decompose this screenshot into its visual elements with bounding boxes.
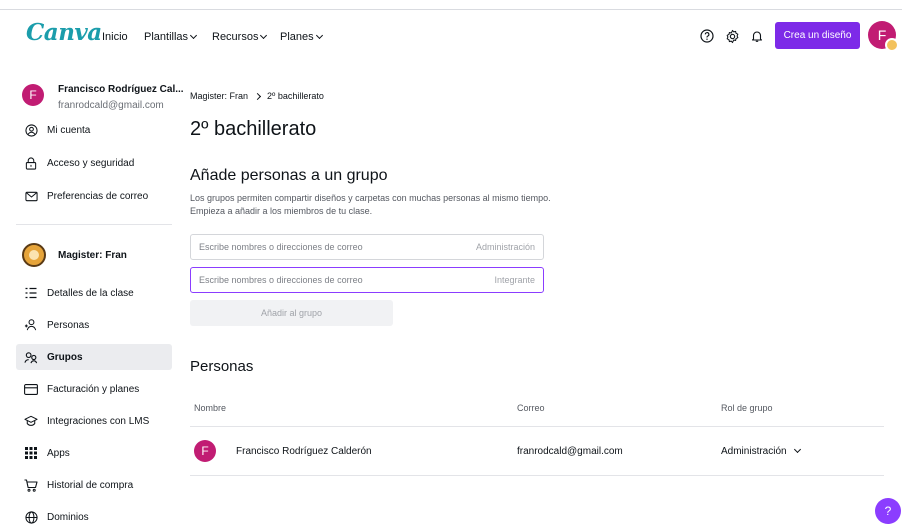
nav-planes-label: Planes	[280, 31, 314, 43]
sidebar-item-detalles-clase[interactable]: Detalles de la clase	[16, 280, 172, 306]
add-people-description: Los grupos permiten compartir diseños y …	[190, 193, 551, 216]
nav-recursos-label: Recursos	[212, 31, 259, 43]
profile-name: Francisco Rodríguez Cal...	[58, 84, 184, 95]
member-email: franrodcald@gmail.com	[517, 446, 623, 457]
add-people-icon	[24, 318, 38, 332]
member-role-label: Integrante	[494, 275, 535, 285]
bell-icon[interactable]	[749, 28, 765, 44]
sidebar-item-dominios[interactable]: Dominios	[16, 504, 172, 524]
sidebar-item-label: Historial de compra	[47, 479, 134, 491]
sidebar-item-label: Detalles de la clase	[47, 287, 134, 299]
graduation-cap-icon	[24, 414, 38, 428]
create-design-button[interactable]: Crea un diseño	[775, 22, 860, 49]
member-name: Francisco Rodríguez Calderón	[236, 446, 372, 457]
add-to-group-button[interactable]: Añadir al grupo	[190, 300, 393, 326]
member-avatar: F	[194, 440, 216, 462]
sidebar-divider	[16, 224, 172, 225]
table-header-divider	[190, 426, 884, 427]
profile-email: franrodcald@gmail.com	[58, 100, 164, 111]
member-role-value: Administración	[721, 445, 787, 457]
sidebar-item-label: Grupos	[47, 351, 83, 363]
profile-avatar: F	[22, 84, 44, 106]
sidebar-item-label: Facturación y planes	[47, 383, 140, 395]
canva-logo[interactable]: Canva	[26, 19, 102, 46]
sidebar-item-preferencias-correo[interactable]: Preferencias de correo	[16, 183, 172, 209]
window-top-border	[0, 0, 902, 10]
chevron-down-icon	[793, 445, 801, 453]
nav-plantillas[interactable]: Plantillas	[144, 31, 212, 43]
chevron-down-icon	[260, 31, 268, 39]
sidebar-item-label: Personas	[47, 319, 90, 331]
page-title: 2º bachillerato	[190, 118, 317, 140]
help-circle-icon[interactable]	[699, 28, 715, 44]
group-icon	[24, 350, 38, 364]
admin-invite-input[interactable]: Escribe nombres o direcciones de correo …	[190, 234, 544, 260]
column-header-email: Correo	[517, 403, 545, 413]
top-header: Canva Inicio Plantillas Recursos Planes …	[0, 11, 902, 67]
sidebar-item-personas[interactable]: Personas	[16, 312, 172, 338]
member-role-dropdown[interactable]: Administración	[721, 440, 801, 462]
table-row-divider	[190, 475, 884, 476]
user-avatar[interactable]: F	[868, 21, 899, 52]
sidebar-item-historial-compra[interactable]: Historial de compra	[16, 472, 172, 498]
team-badge-icon	[885, 38, 899, 52]
help-button[interactable]: ?	[875, 498, 901, 524]
sidebar-item-integraciones-lms[interactable]: Integraciones con LMS	[16, 408, 172, 434]
column-header-name: Nombre	[194, 403, 227, 413]
sidebar-item-label: Integraciones con LMS	[47, 415, 150, 427]
breadcrumb-parent-link[interactable]: Magister: Fran	[190, 91, 248, 101]
chevron-right-icon	[253, 92, 262, 100]
cart-icon	[24, 478, 38, 492]
at-sign-icon	[24, 123, 38, 137]
sidebar-item-label: Dominios	[47, 511, 89, 523]
chevron-down-icon	[189, 31, 198, 39]
sidebar-item-apps[interactable]: Apps	[16, 440, 172, 466]
profile-card: F Francisco Rodríguez Cal... franrodcald…	[22, 78, 184, 118]
nav-inicio-label: Inicio	[102, 31, 128, 43]
people-title: Personas	[190, 358, 254, 375]
nav-planes[interactable]: Planes	[280, 31, 340, 43]
gear-icon[interactable]	[724, 28, 740, 44]
lock-icon	[24, 156, 38, 170]
column-header-role: Rol de grupo	[721, 403, 773, 413]
chevron-down-icon	[315, 31, 323, 39]
breadcrumb: Magister: Fran 2º bachillerato	[190, 91, 324, 101]
member-input-placeholder: Escribe nombres o direcciones de correo	[199, 275, 363, 285]
card-icon	[24, 382, 38, 396]
admin-input-placeholder: Escribe nombres o direcciones de correo	[199, 242, 363, 252]
nav-plantillas-label: Plantillas	[144, 31, 189, 43]
sidebar-item-label: Acceso y seguridad	[47, 157, 135, 169]
admin-role-label: Administración	[475, 242, 535, 252]
sidebar-item-label: Mi cuenta	[47, 124, 91, 136]
team-switcher[interactable]: Magister: Fran	[22, 240, 127, 270]
top-nav: Inicio Plantillas Recursos Planes	[102, 31, 340, 43]
sidebar-item-label: Apps	[47, 447, 70, 459]
sidebar-item-facturacion[interactable]: Facturación y planes	[16, 376, 172, 402]
team-avatar	[22, 243, 46, 267]
nav-inicio[interactable]: Inicio	[102, 31, 144, 43]
team-name: Magister: Fran	[58, 249, 127, 261]
nav-recursos[interactable]: Recursos	[212, 31, 280, 43]
mail-icon	[24, 189, 38, 203]
breadcrumb-current: 2º bachillerato	[267, 91, 324, 101]
member-invite-input[interactable]: Escribe nombres o direcciones de correo …	[190, 267, 544, 293]
sidebar-item-label: Preferencias de correo	[47, 190, 149, 202]
sidebar-item-mi-cuenta[interactable]: Mi cuenta	[16, 117, 172, 143]
list-icon	[24, 286, 38, 300]
apps-grid-icon	[24, 446, 38, 460]
globe-icon	[24, 510, 38, 524]
sidebar-item-acceso-seguridad[interactable]: Acceso y seguridad	[16, 150, 172, 176]
sidebar-item-grupos[interactable]: Grupos	[16, 344, 172, 370]
add-people-title: Añade personas a un grupo	[190, 167, 388, 184]
